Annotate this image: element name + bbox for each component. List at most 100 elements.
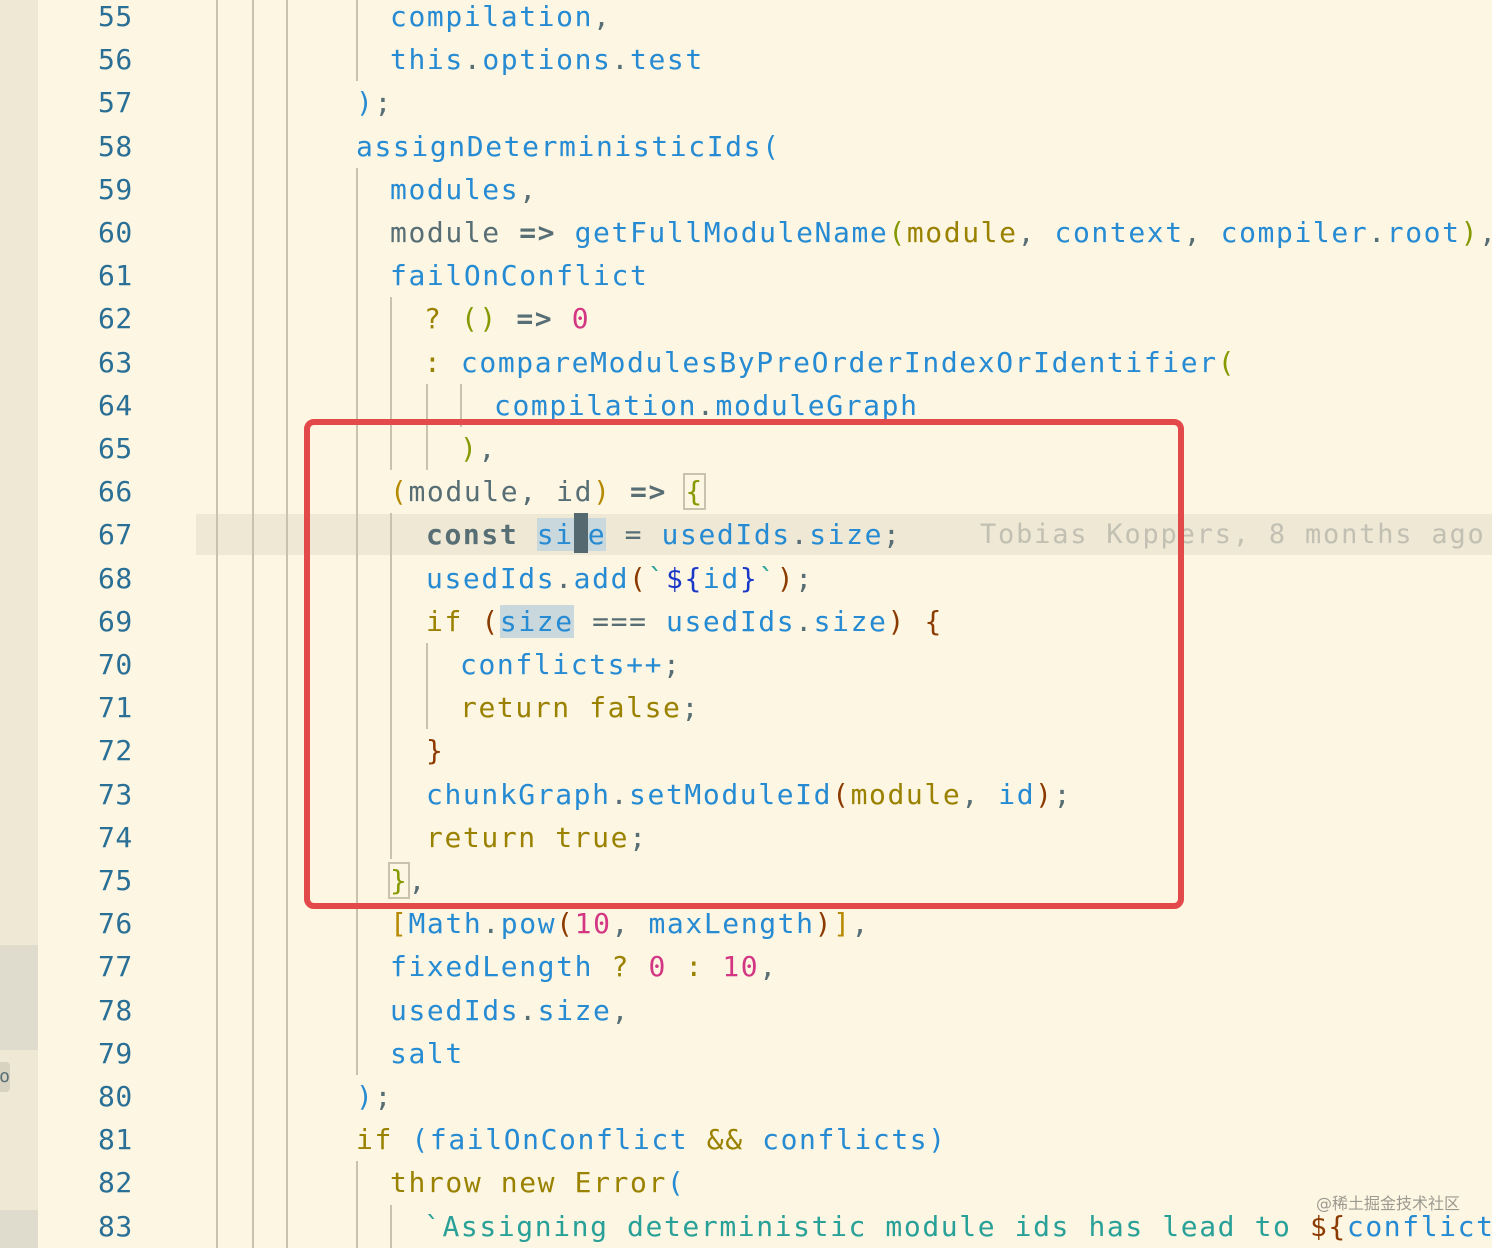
line-number[interactable]: 62 xyxy=(98,297,158,340)
line-number[interactable]: 81 xyxy=(98,1118,158,1161)
code-text[interactable]: usedIds.add(`${id}`); xyxy=(426,557,814,600)
line-number[interactable]: 80 xyxy=(98,1075,158,1118)
code-line[interactable]: 76 [Math.pow(10, maxLength)], xyxy=(0,902,1492,946)
line-number[interactable]: 55 xyxy=(98,0,158,38)
line-number[interactable]: 67 xyxy=(98,513,158,556)
line-number[interactable]: 83 xyxy=(98,1205,158,1248)
code-line[interactable]: 81 if (failOnConflict && conflicts) xyxy=(0,1118,1492,1162)
code-token: ++ xyxy=(626,648,664,681)
line-number[interactable]: 73 xyxy=(98,773,158,816)
code-line[interactable]: 80); xyxy=(0,1075,1492,1119)
indent-guide xyxy=(216,470,218,514)
code-text[interactable]: salt xyxy=(390,1032,464,1075)
line-number[interactable]: 70 xyxy=(98,643,158,686)
code-line[interactable]: 59 modules, xyxy=(0,167,1492,211)
code-text[interactable]: failOnConflict xyxy=(390,254,648,297)
code-text[interactable]: usedIds.size, xyxy=(390,989,630,1032)
line-number[interactable]: 82 xyxy=(98,1161,158,1204)
code-line[interactable]: 61 failOnConflict xyxy=(0,254,1492,298)
code-line[interactable]: 57); xyxy=(0,81,1492,125)
code-text[interactable]: modules, xyxy=(390,168,538,211)
code-text[interactable]: } xyxy=(426,729,444,772)
code-text[interactable]: module => getFullModuleName(module, cont… xyxy=(390,211,1492,254)
line-number[interactable]: 77 xyxy=(98,945,158,988)
line-number[interactable]: 64 xyxy=(98,384,158,427)
git-blame-annotation[interactable]: Tobias Koppers, 8 months ago • xyxy=(980,513,1492,556)
line-number[interactable]: 59 xyxy=(98,168,158,211)
line-number[interactable]: 71 xyxy=(98,686,158,729)
code-line[interactable]: 58 assignDeterministicIds( xyxy=(0,124,1492,168)
code-text[interactable]: ); xyxy=(356,1075,393,1118)
indent-guide xyxy=(390,340,392,384)
line-number[interactable]: 61 xyxy=(98,254,158,297)
code-text[interactable]: this.options.test xyxy=(390,38,704,81)
code-text[interactable]: assignDeterministicIds( xyxy=(356,125,781,168)
code-line[interactable]: 63 : compareModulesByPreOrderIndexOrIdent… xyxy=(0,340,1492,384)
code-line[interactable]: 62 ? () => 0 xyxy=(0,297,1492,341)
code-text[interactable]: compilation.moduleGraph xyxy=(494,384,919,427)
code-text[interactable]: ); xyxy=(356,81,393,124)
code-text[interactable]: if (size === usedIds.size) { xyxy=(426,600,943,643)
code-token: . xyxy=(1368,216,1387,249)
code-text[interactable]: if (failOnConflict && conflicts) xyxy=(356,1118,947,1161)
line-number[interactable]: 65 xyxy=(98,427,158,470)
line-number[interactable]: 72 xyxy=(98,729,158,772)
code-token: pow xyxy=(500,907,557,941)
code-line[interactable]: 71 return false; xyxy=(0,686,1492,730)
line-number[interactable]: 68 xyxy=(98,557,158,600)
code-line[interactable]: 72} xyxy=(0,729,1492,773)
line-number[interactable]: 78 xyxy=(98,989,158,1032)
code-line[interactable]: 67 const si e = usedIds.size; Tobias Kopper… xyxy=(0,513,1492,557)
line-number[interactable]: 58 xyxy=(98,125,158,168)
code-line[interactable]: 60 module => getFullModuleName(module, co… xyxy=(0,211,1492,255)
indent-guide xyxy=(390,383,392,427)
line-number[interactable]: 75 xyxy=(98,859,158,902)
code-line[interactable]: 83 `Assigning deterministic module ids ha… xyxy=(0,1204,1492,1248)
code-line[interactable]: 77 fixedLength ? 0 : 10, xyxy=(0,945,1492,989)
code-line[interactable]: 56 this.options.test xyxy=(0,38,1492,82)
code-line[interactable]: 75}, xyxy=(0,859,1492,903)
code-text[interactable]: throw new Error( xyxy=(390,1161,685,1204)
indent-guide xyxy=(286,81,288,125)
code-text[interactable]: const si e = usedIds.size; xyxy=(426,513,902,556)
code-line[interactable]: 82 throw new Error( xyxy=(0,1161,1492,1205)
code-text[interactable]: chunkGraph.setModuleId(module, id); xyxy=(426,773,1072,816)
code-line[interactable]: 79 salt xyxy=(0,1031,1492,1075)
line-number[interactable]: 76 xyxy=(98,902,158,945)
code-line[interactable]: 74 return true; xyxy=(0,815,1492,859)
code-token: return xyxy=(460,691,571,725)
code-editor[interactable]: o 55 compilation, 56 this.options.test 57); 5… xyxy=(0,0,1492,1248)
code-text[interactable]: ), xyxy=(460,427,497,470)
code-token: ( xyxy=(481,604,500,638)
code-line[interactable]: 65), xyxy=(0,427,1492,471)
line-number[interactable]: 74 xyxy=(98,816,158,859)
line-number[interactable]: 66 xyxy=(98,470,158,513)
code-text[interactable]: return true; xyxy=(426,816,648,859)
line-number[interactable]: 60 xyxy=(98,211,158,254)
line-number[interactable]: 57 xyxy=(98,81,158,124)
code-line[interactable]: 69 if (size === usedIds.size) { xyxy=(0,599,1492,643)
line-number[interactable]: 69 xyxy=(98,600,158,643)
code-line[interactable]: 55 compilation, xyxy=(0,0,1492,39)
code-text[interactable]: : compareModulesByPreOrderIndexOrIdentif… xyxy=(424,341,1236,384)
code-line[interactable]: 73 chunkGraph.setModuleId(module, id); xyxy=(0,772,1492,816)
code-line[interactable]: 78 usedIds.size, xyxy=(0,988,1492,1032)
code-text[interactable]: fixedLength ? 0 : 10, xyxy=(390,945,778,988)
code-line[interactable]: 70 conflicts++; xyxy=(0,643,1492,687)
line-number[interactable]: 63 xyxy=(98,341,158,384)
code-text[interactable]: compilation, xyxy=(390,0,612,38)
code-line[interactable]: 66 (module, id) => { xyxy=(0,470,1492,514)
line-number[interactable]: 56 xyxy=(98,38,158,81)
code-text[interactable]: [Math.pow(10, maxLength)], xyxy=(390,902,870,945)
code-token: compiler xyxy=(1220,216,1369,249)
code-text[interactable]: conflicts++; xyxy=(460,643,682,686)
code-line[interactable]: 64 compilation.moduleGraph xyxy=(0,383,1492,427)
code-text[interactable]: }, xyxy=(387,859,427,902)
code-line[interactable]: 68 usedIds.add(`${id}`); xyxy=(0,556,1492,600)
line-number[interactable]: 79 xyxy=(98,1032,158,1075)
code-text[interactable]: ? () => 0 xyxy=(424,297,590,340)
code-token: `Assigning deterministic module ids has … xyxy=(424,1209,1310,1243)
code-text[interactable]: return false; xyxy=(460,686,700,729)
code-text[interactable]: (module, id) => { xyxy=(390,470,706,513)
